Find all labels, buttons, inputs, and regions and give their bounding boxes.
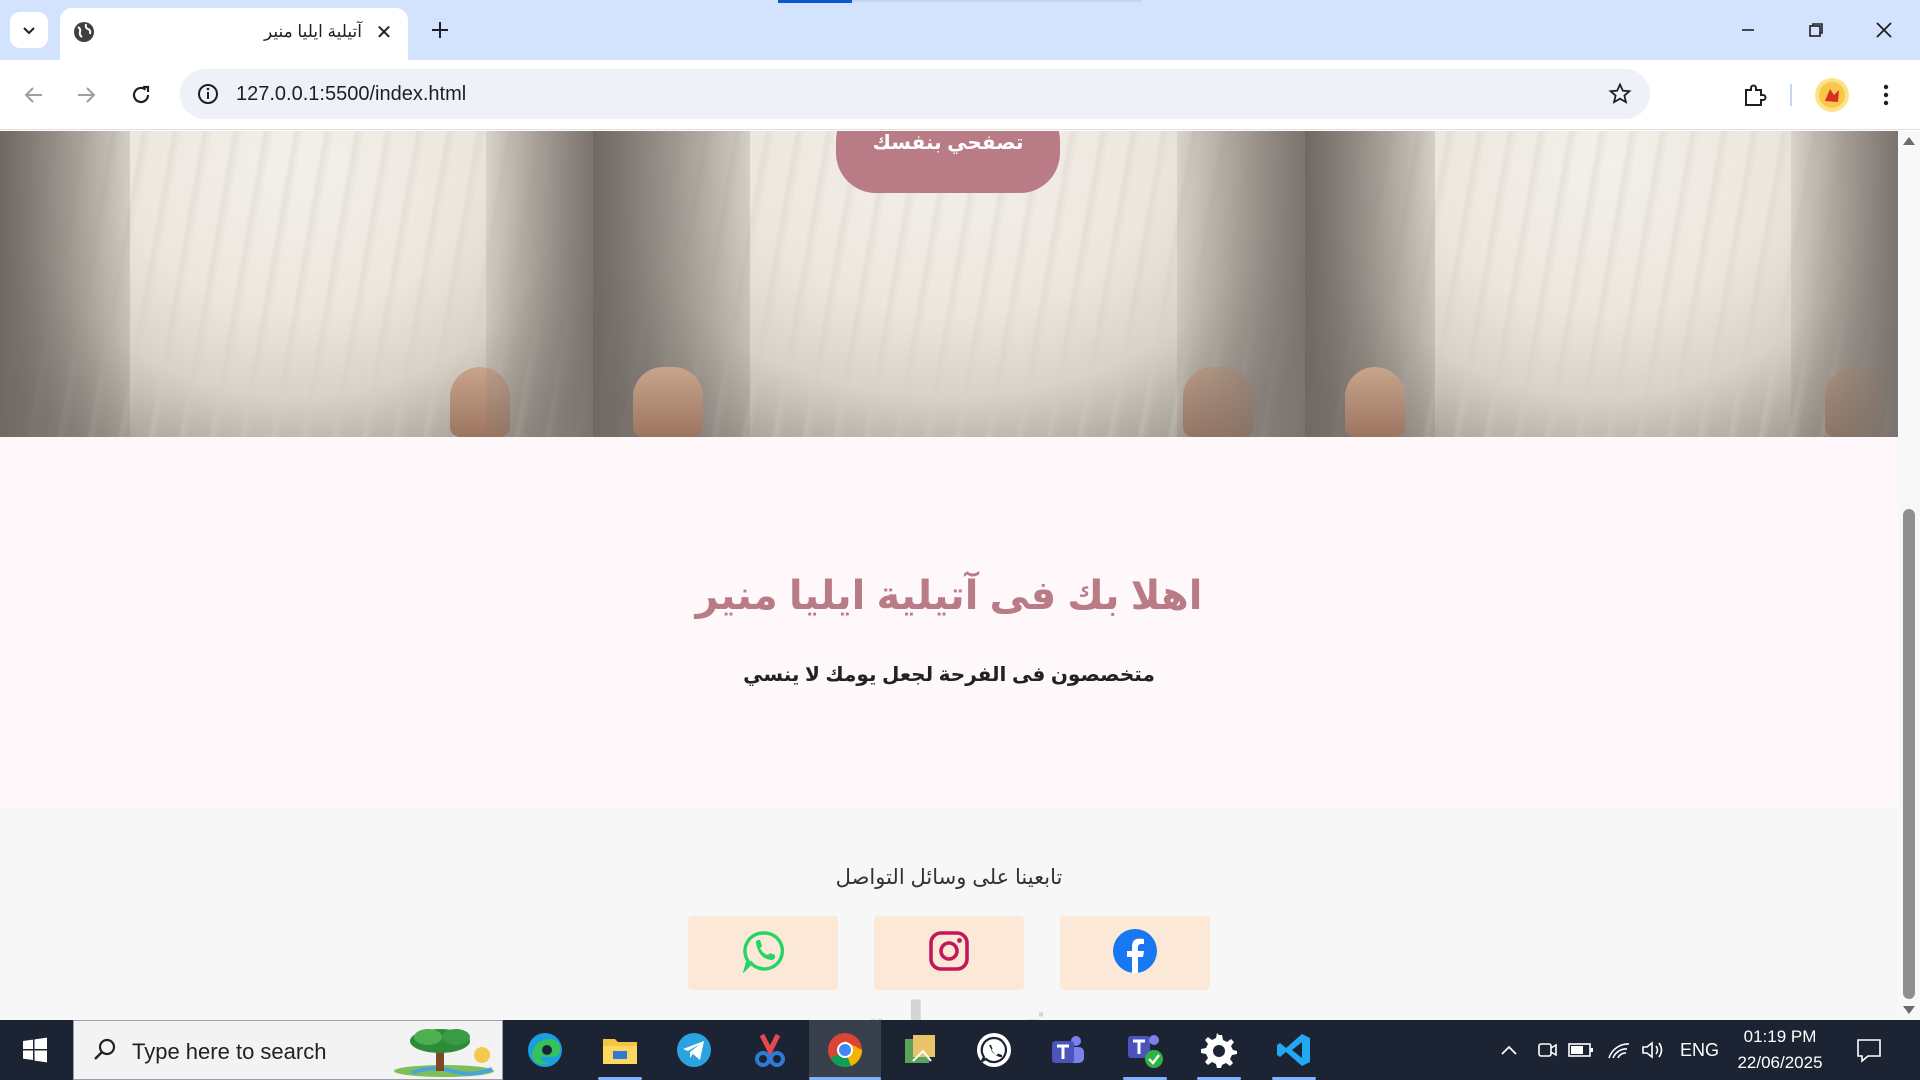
footer-follow-text: تابعينا على وسائل التواصل <box>835 866 1063 889</box>
tab-strip-highlight <box>852 0 1142 2</box>
minimize-button[interactable] <box>1728 10 1768 50</box>
scrollbar-thumb[interactable] <box>1903 509 1915 999</box>
search-highlight-tree-icon <box>394 1029 494 1077</box>
whatsapp-icon <box>977 1033 1011 1067</box>
taskbar-edge[interactable] <box>509 1020 581 1080</box>
taskbar-settings[interactable] <box>1183 1020 1255 1080</box>
telegram-icon <box>677 1033 711 1067</box>
page-scrollbar[interactable] <box>1898 131 1920 1020</box>
browser-tab-active[interactable]: آتيلية ايليا منير ✕ <box>60 8 408 60</box>
taskbar-vscode[interactable] <box>1258 1020 1330 1080</box>
more-vertical-icon <box>1883 84 1889 106</box>
reload-button[interactable] <box>121 75 161 115</box>
site-info-icon[interactable] <box>192 78 224 110</box>
minimize-icon <box>1742 29 1754 31</box>
close-icon <box>1876 22 1892 38</box>
search-icon <box>94 1038 116 1060</box>
folder-icon <box>603 1039 637 1064</box>
chrome-icon <box>828 1033 863 1068</box>
volume-icon[interactable] <box>1640 1038 1666 1062</box>
start-button[interactable] <box>0 1020 70 1080</box>
profile-avatar[interactable] <box>1815 78 1849 112</box>
windows-logo-icon <box>23 1037 47 1063</box>
scroll-down-arrow-icon[interactable] <box>1903 1006 1915 1014</box>
taskbar-image-app[interactable] <box>884 1020 956 1080</box>
restore-button[interactable] <box>1796 10 1836 50</box>
instagram-link[interactable] <box>874 916 1024 990</box>
search-placeholder: Type here to search <box>132 1039 327 1064</box>
gear-icon <box>1201 1033 1237 1068</box>
instagram-icon <box>929 931 969 971</box>
toolbar-separator <box>1790 84 1792 106</box>
browse-yourself-button[interactable]: تصفحي بنفسك <box>836 131 1060 193</box>
show-hidden-icons-chevron-up-icon[interactable] <box>1496 1038 1522 1062</box>
taskbar-file-explorer[interactable] <box>584 1020 656 1080</box>
whatsapp-icon <box>742 931 784 973</box>
puzzle-icon <box>1745 84 1767 106</box>
arrow-right-icon <box>78 87 96 103</box>
taskbar-snipping-tool[interactable] <box>734 1020 806 1080</box>
teams-icon <box>1052 1036 1084 1063</box>
photos-icon <box>905 1035 935 1063</box>
clock-date: 22/06/2025 <box>1737 1053 1823 1072</box>
globe-icon <box>74 22 94 42</box>
scroll-up-arrow-icon[interactable] <box>1903 137 1915 145</box>
new-tab-button[interactable] <box>424 14 456 46</box>
taskbar-whatsapp[interactable] <box>958 1020 1030 1080</box>
avatar-icon <box>1819 82 1845 108</box>
wifi-icon[interactable] <box>1606 1038 1632 1062</box>
taskbar-teams[interactable] <box>1032 1020 1104 1080</box>
restore-icon <box>1809 23 1823 37</box>
taskbar-chrome[interactable] <box>809 1020 881 1080</box>
taskbar-search-box[interactable]: Type here to search <box>73 1020 503 1080</box>
back-button[interactable] <box>14 75 54 115</box>
vscode-icon <box>1277 1034 1310 1066</box>
teams-checked-icon <box>1128 1035 1163 1068</box>
tab-loading-indicator <box>778 0 852 3</box>
address-bar[interactable]: 127.0.0.1:5500/index.html <box>180 69 1650 119</box>
taskbar-teams-classic[interactable] <box>1109 1020 1181 1080</box>
page-viewport: تصفحي بنفسك اهلا بك فى آتيلية ايليا منير… <box>0 131 1898 1020</box>
tab-search-button[interactable] <box>10 12 48 48</box>
welcome-title: اهلا بك فى آتيلية ايليا منير <box>695 574 1203 618</box>
tab-title: آتيلية ايليا منير <box>263 22 362 41</box>
bookmark-star-icon[interactable] <box>1604 78 1636 110</box>
scissors-icon <box>755 1033 785 1067</box>
facebook-link[interactable] <box>1060 916 1210 990</box>
whatsapp-link[interactable] <box>688 916 838 990</box>
battery-icon[interactable] <box>1568 1038 1594 1062</box>
hero-image-dress-3 <box>1305 131 1898 437</box>
welcome-subtitle: متخصصون فى الفرحة لجعل يومك لا ينسي <box>743 664 1155 686</box>
close-tab-icon[interactable]: ✕ <box>372 20 396 44</box>
notification-center-button[interactable] <box>1855 1036 1883 1069</box>
arrow-left-icon <box>24 87 42 103</box>
browser-toolbar: 127.0.0.1:5500/index.html <box>0 60 1920 130</box>
clock-time: 01:19 PM <box>1743 1027 1817 1046</box>
facebook-icon <box>1113 929 1157 973</box>
welcome-section: اهلا بك فى آتيلية ايليا منير متخصصون فى … <box>0 437 1898 807</box>
close-window-button[interactable] <box>1864 10 1904 50</box>
chevron-down-icon <box>23 27 35 35</box>
notification-icon <box>1857 1039 1881 1063</box>
url-text[interactable]: 127.0.0.1:5500/index.html <box>236 83 466 106</box>
browser-menu-button[interactable] <box>1866 75 1906 115</box>
hero-gallery: تصفحي بنفسك <box>0 131 1898 437</box>
taskbar-telegram[interactable] <box>658 1020 730 1080</box>
meet-now-icon[interactable] <box>1534 1038 1560 1062</box>
extensions-button[interactable] <box>1734 75 1774 115</box>
edge-icon <box>528 1033 562 1067</box>
clock[interactable]: 01:19 PM 22/06/2025 <box>1710 1024 1850 1076</box>
browser-title-bar: آتيلية ايليا منير ✕ <box>0 0 1920 60</box>
plus-icon <box>432 22 448 38</box>
site-footer: تابعينا على وسائل التواصل <box>0 807 1898 1020</box>
windows-taskbar: Type here to search ENG 01:19 PM 22/06/2… <box>0 1020 1920 1080</box>
forward-button[interactable] <box>66 75 106 115</box>
hero-image-dress-1 <box>0 131 593 437</box>
reload-icon <box>132 85 150 104</box>
